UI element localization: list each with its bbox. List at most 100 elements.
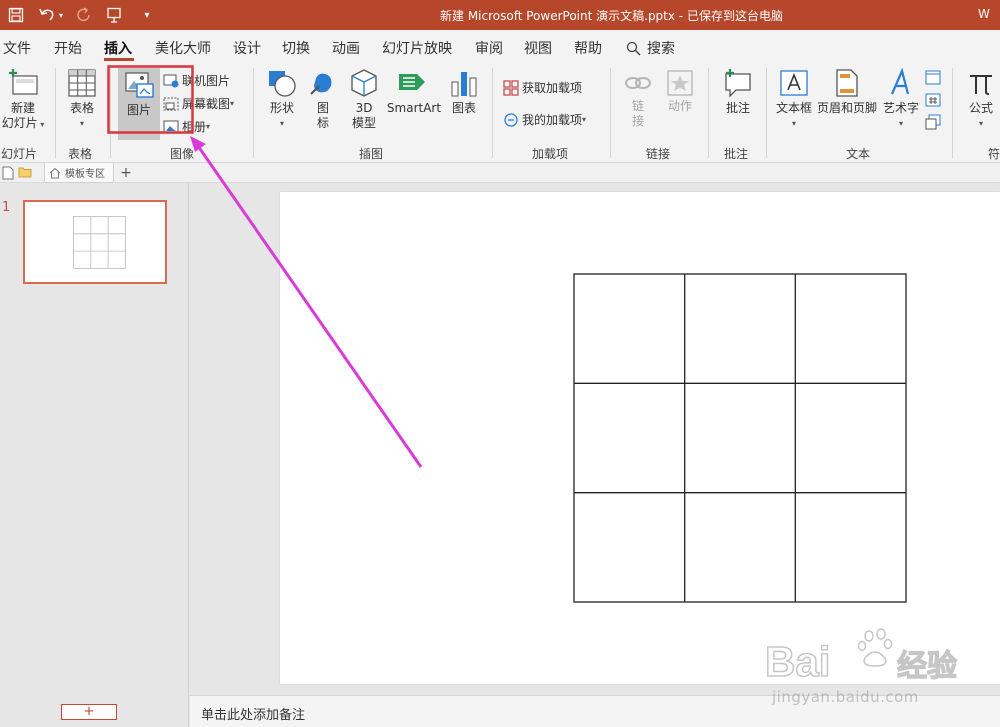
action-star-icon bbox=[667, 70, 693, 96]
link-label-1: 链 bbox=[631, 99, 644, 113]
document-title: 新建 Microsoft PowerPoint 演示文稿.pptx - 已保存到… bbox=[440, 9, 783, 23]
add-tab-button[interactable]: + bbox=[118, 163, 134, 183]
wordart-button[interactable]: 艺术字 ▾ bbox=[880, 68, 922, 131]
start-slideshow-icon[interactable] bbox=[103, 4, 125, 26]
ribbon-separator bbox=[952, 68, 953, 158]
save-icon[interactable] bbox=[5, 4, 27, 26]
comment-label: 批注 bbox=[725, 101, 750, 115]
tab-file[interactable]: 文件 bbox=[3, 38, 31, 58]
chevron-down-icon: ▾ bbox=[37, 120, 45, 129]
chevron-down-icon: ▾ bbox=[206, 122, 211, 131]
chart-label: 图表 bbox=[451, 101, 476, 115]
template-zone-tab[interactable]: 模板专区 bbox=[44, 163, 114, 183]
chart-button[interactable]: 图表 bbox=[446, 68, 482, 116]
document-tab-strip: 模板专区 + bbox=[0, 163, 1000, 183]
screenshot-icon bbox=[163, 97, 179, 110]
chevron-down-icon: ▾ bbox=[898, 119, 903, 128]
new-slide-icon bbox=[9, 69, 38, 95]
tab-animations[interactable]: 动画 bbox=[332, 38, 360, 58]
tab-transitions[interactable]: 切换 bbox=[282, 38, 310, 58]
undo-dropdown-icon[interactable]: ▾ bbox=[56, 4, 66, 26]
redo-icon[interactable] bbox=[73, 4, 95, 26]
slide-thumbnail-pane: 1 + bbox=[0, 183, 189, 727]
tab-review[interactable]: 审阅 bbox=[475, 38, 503, 58]
undo-icon[interactable] bbox=[36, 4, 58, 26]
shapes-label: 形状 bbox=[269, 101, 294, 115]
new-slide-label-2: 幻灯片 bbox=[1, 116, 38, 130]
new-document-icon[interactable] bbox=[2, 166, 14, 183]
tab-slideshow[interactable]: 幻灯片放映 bbox=[382, 38, 452, 58]
tab-home[interactable]: 开始 bbox=[54, 38, 82, 58]
textbox-button[interactable]: 文本框 ▾ bbox=[773, 68, 815, 131]
search-icon bbox=[626, 41, 641, 56]
link-icon bbox=[625, 77, 651, 89]
slide-number-icon[interactable] bbox=[924, 92, 942, 111]
online-picture-label: 联机图片 bbox=[182, 74, 231, 88]
table-icon bbox=[68, 69, 96, 97]
wordart-label: 艺术字 bbox=[882, 101, 919, 115]
tab-design[interactable]: 设计 bbox=[233, 38, 261, 58]
action-button[interactable]: 动作 bbox=[660, 70, 700, 114]
equation-button[interactable]: 公式 ▾ bbox=[962, 68, 1000, 131]
header-footer-button[interactable]: 页眉和页脚 bbox=[816, 68, 878, 116]
icons-label-2: 标 bbox=[316, 116, 329, 130]
screenshot-button[interactable]: 屏幕截图 ▾ bbox=[163, 95, 234, 112]
template-zone-label: 模板专区 bbox=[65, 169, 105, 180]
tab-insert[interactable]: 插入 bbox=[104, 38, 132, 58]
ribbon-separator bbox=[110, 68, 111, 158]
ribbon-separator bbox=[708, 68, 709, 158]
thumbnail-grid-preview bbox=[73, 216, 126, 269]
ribbon-tabs: 文件 开始 插入 美化大师 设计 切换 动画 幻灯片放映 审阅 视图 帮助 搜索 bbox=[0, 30, 1000, 62]
object-icon[interactable] bbox=[924, 114, 942, 133]
chevron-down-icon: ▾ bbox=[79, 119, 84, 128]
table-button[interactable]: 表格 ▾ bbox=[62, 68, 102, 131]
ribbon-insert: 新建 幻灯片 ▾ 幻灯片 表格 ▾ 表格 图片 联机图片 屏幕截图 ▾ 相册 ▾… bbox=[0, 62, 1000, 163]
ribbon-separator bbox=[492, 68, 493, 158]
baidu-paw-icon bbox=[857, 628, 893, 667]
pi-icon bbox=[970, 75, 992, 95]
comment-button[interactable]: 批注 bbox=[716, 68, 760, 116]
chevron-down-icon: ▾ bbox=[978, 119, 983, 128]
tab-view[interactable]: 视图 bbox=[524, 38, 552, 58]
icons-icon bbox=[310, 73, 332, 95]
action-label: 动作 bbox=[667, 99, 692, 113]
3d-model-button[interactable]: 3D 模型 bbox=[345, 68, 383, 131]
smartart-button[interactable]: SmartArt bbox=[385, 68, 443, 116]
search-box[interactable]: 搜索 bbox=[626, 38, 675, 58]
ribbon-separator bbox=[766, 68, 767, 158]
picture-button[interactable]: 图片 bbox=[118, 68, 160, 140]
date-time-icon[interactable] bbox=[924, 69, 942, 88]
title-bar: ▾ ▾ 新建 Microsoft PowerPoint 演示文稿.pptx - … bbox=[0, 0, 1000, 30]
folder-icon[interactable] bbox=[18, 166, 32, 181]
3d-model-label-2: 模型 bbox=[351, 116, 376, 130]
photo-album-label: 相册 bbox=[182, 120, 207, 134]
table-label: 表格 bbox=[69, 101, 94, 115]
photo-album-button[interactable]: 相册 ▾ bbox=[163, 118, 210, 135]
link-button[interactable]: 链 接 bbox=[620, 70, 656, 129]
group-label-comments: 批注 bbox=[724, 147, 749, 161]
tab-help[interactable]: 帮助 bbox=[574, 38, 602, 58]
header-footer-label: 页眉和页脚 bbox=[816, 101, 877, 115]
online-picture-button[interactable]: 联机图片 bbox=[163, 72, 230, 89]
active-tab-indicator bbox=[104, 58, 134, 61]
account-initial[interactable]: W bbox=[978, 7, 990, 21]
textbox-label: 文本框 bbox=[775, 101, 812, 115]
equation-label: 公式 bbox=[968, 101, 993, 115]
add-slide-button[interactable]: + bbox=[61, 704, 117, 720]
tab-beautify-master[interactable]: 美化大师 bbox=[155, 38, 211, 58]
my-addins-button[interactable]: 我的加载项 ▾ bbox=[503, 111, 586, 128]
icons-button[interactable]: 图 标 bbox=[306, 68, 340, 131]
new-slide-button[interactable]: 新建 幻灯片 ▾ bbox=[0, 68, 46, 132]
customize-toolbar-icon[interactable]: ▾ bbox=[136, 4, 158, 26]
slide-table[interactable] bbox=[280, 192, 1000, 684]
smartart-label: SmartArt bbox=[386, 101, 442, 115]
shapes-button[interactable]: 形状 ▾ bbox=[262, 68, 302, 131]
group-label-text: 文本 bbox=[846, 147, 871, 161]
link-label-2: 接 bbox=[631, 114, 644, 128]
slide-canvas[interactable] bbox=[280, 192, 1000, 684]
group-label-links: 链接 bbox=[646, 147, 671, 161]
picture-icon bbox=[125, 72, 154, 98]
slide-thumbnail[interactable] bbox=[23, 200, 167, 284]
slide-number: 1 bbox=[2, 200, 11, 215]
get-addins-button[interactable]: 获取加载项 bbox=[503, 79, 582, 96]
